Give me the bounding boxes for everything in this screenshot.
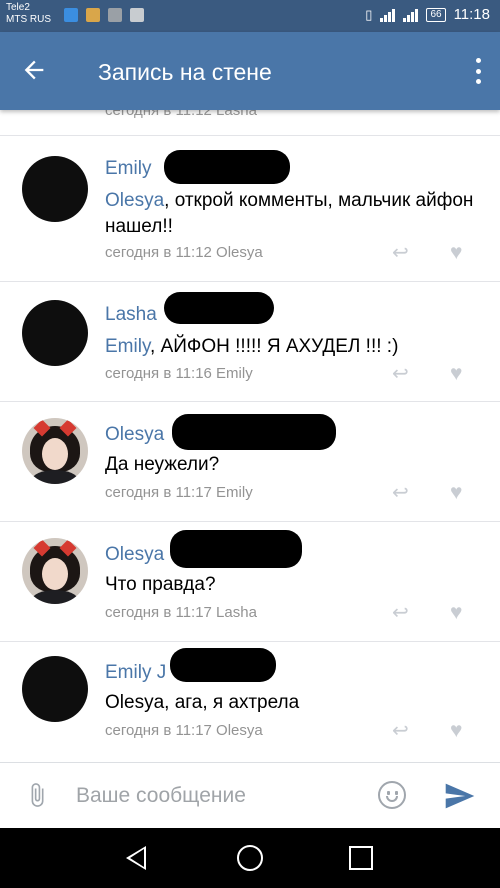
comment-author[interactable]: Olesya bbox=[105, 544, 164, 566]
avatar[interactable] bbox=[22, 538, 88, 604]
reply-icon[interactable]: ↩ bbox=[392, 243, 414, 263]
mention-link[interactable]: Emily bbox=[105, 336, 150, 357]
send-button[interactable] bbox=[444, 783, 476, 809]
avatar[interactable] bbox=[22, 156, 88, 222]
nav-back-icon[interactable] bbox=[126, 846, 146, 870]
like-icon[interactable]: ♥ bbox=[450, 482, 472, 503]
comment-author[interactable]: Emily bbox=[105, 158, 151, 180]
nav-recents-icon[interactable] bbox=[349, 846, 373, 870]
like-icon[interactable]: ♥ bbox=[450, 720, 472, 741]
redaction-mark bbox=[170, 530, 302, 568]
comment-author[interactable]: Lasha bbox=[105, 304, 157, 326]
comment-item[interactable]: Olesya Что правда? сегодня в 11:17 Lasha… bbox=[0, 522, 500, 642]
clock: 11:18 bbox=[453, 6, 490, 23]
comment-meta: сегодня в 11:16 Emily bbox=[105, 365, 253, 382]
comment-item[interactable]: Lasha Emily, АЙФОН !!!!! Я АХУДЕЛ !!! :)… bbox=[0, 282, 500, 402]
redaction-mark bbox=[172, 414, 336, 450]
redaction-mark bbox=[170, 648, 276, 682]
comment-text: Olesya, ага, я ахтрела bbox=[105, 692, 300, 713]
partial-comment: сегодня в 11:12 Lasha bbox=[0, 110, 500, 136]
photo-notification-icon bbox=[108, 8, 122, 22]
reply-icon[interactable]: ↩ bbox=[392, 483, 414, 503]
redaction-mark bbox=[164, 292, 274, 324]
comment-meta: сегодня в 11:12 Lasha bbox=[105, 110, 257, 119]
app-bar: Запись на стене bbox=[0, 32, 500, 110]
comment-text: Olesya, открой комменты, мальчик айфон н… bbox=[105, 190, 474, 237]
redaction-mark bbox=[164, 150, 290, 184]
page-title: Запись на стене bbox=[98, 59, 272, 85]
like-icon[interactable]: ♥ bbox=[450, 602, 472, 623]
vk-notification-icon bbox=[64, 8, 78, 22]
comment-meta: сегодня в 11:17 Olesya bbox=[105, 722, 263, 739]
compose-bar bbox=[0, 762, 500, 828]
back-button[interactable] bbox=[20, 56, 52, 88]
signal-2-icon bbox=[403, 8, 419, 22]
comment-item[interactable]: Emily J Olesya, ага, я ахтрела сегодня в… bbox=[0, 642, 500, 762]
avatar[interactable] bbox=[22, 300, 88, 366]
carrier-info: Tele2 MTS RUS bbox=[6, 2, 51, 26]
status-right: ▯ 66 11:18 bbox=[365, 6, 490, 23]
notification-icons bbox=[64, 8, 144, 22]
more-vert-icon bbox=[475, 58, 481, 63]
like-icon[interactable]: ♥ bbox=[450, 363, 472, 384]
comment-meta: сегодня в 11:12 Olesya bbox=[105, 244, 263, 261]
vibrate-icon: ▯ bbox=[365, 6, 373, 22]
reply-icon[interactable]: ↩ bbox=[392, 721, 414, 741]
like-icon[interactable]: ♥ bbox=[450, 242, 472, 263]
signal-1-icon bbox=[380, 8, 396, 22]
status-bar: Tele2 MTS RUS ▯ 66 11:18 bbox=[0, 0, 500, 32]
comment-text: Да неужели? bbox=[105, 454, 220, 475]
battery-indicator: 66 bbox=[426, 7, 446, 22]
comment-author[interactable]: Emily J bbox=[105, 662, 166, 684]
message-input[interactable] bbox=[76, 779, 366, 813]
smiley-icon[interactable] bbox=[378, 781, 406, 809]
comment-item[interactable]: Olesya Да неужели? сегодня в 11:17 Emily… bbox=[0, 402, 500, 522]
avatar[interactable] bbox=[22, 418, 88, 484]
image-notification-icon bbox=[130, 8, 144, 22]
comment-author[interactable]: Olesya bbox=[105, 424, 164, 446]
attach-button[interactable] bbox=[24, 781, 52, 811]
app-notification-icon bbox=[86, 8, 100, 22]
comment-text: Что правда? bbox=[105, 574, 216, 595]
reply-icon[interactable]: ↩ bbox=[392, 364, 414, 384]
mention-link[interactable]: Olesya bbox=[105, 190, 164, 211]
comments-list[interactable]: сегодня в 11:12 Lasha Emily Olesya, откр… bbox=[0, 110, 500, 762]
carrier-1: Tele2 bbox=[6, 2, 30, 13]
send-icon bbox=[445, 783, 475, 809]
comment-meta: сегодня в 11:17 Emily bbox=[105, 484, 253, 501]
avatar[interactable] bbox=[22, 656, 88, 722]
system-nav-bar bbox=[0, 828, 500, 888]
paperclip-icon bbox=[31, 783, 44, 807]
nav-home-icon[interactable] bbox=[237, 845, 263, 871]
comment-text: Emily, АЙФОН !!!!! Я АХУДЕЛ !!! :) bbox=[105, 336, 399, 357]
comment-meta: сегодня в 11:17 Lasha bbox=[105, 604, 257, 621]
carrier-2: MTS RUS bbox=[6, 14, 51, 25]
comment-item[interactable]: Emily Olesya, открой комменты, мальчик а… bbox=[0, 136, 500, 282]
arrow-back-icon bbox=[24, 60, 44, 80]
reply-icon[interactable]: ↩ bbox=[392, 603, 414, 623]
more-menu-button[interactable] bbox=[474, 58, 482, 84]
